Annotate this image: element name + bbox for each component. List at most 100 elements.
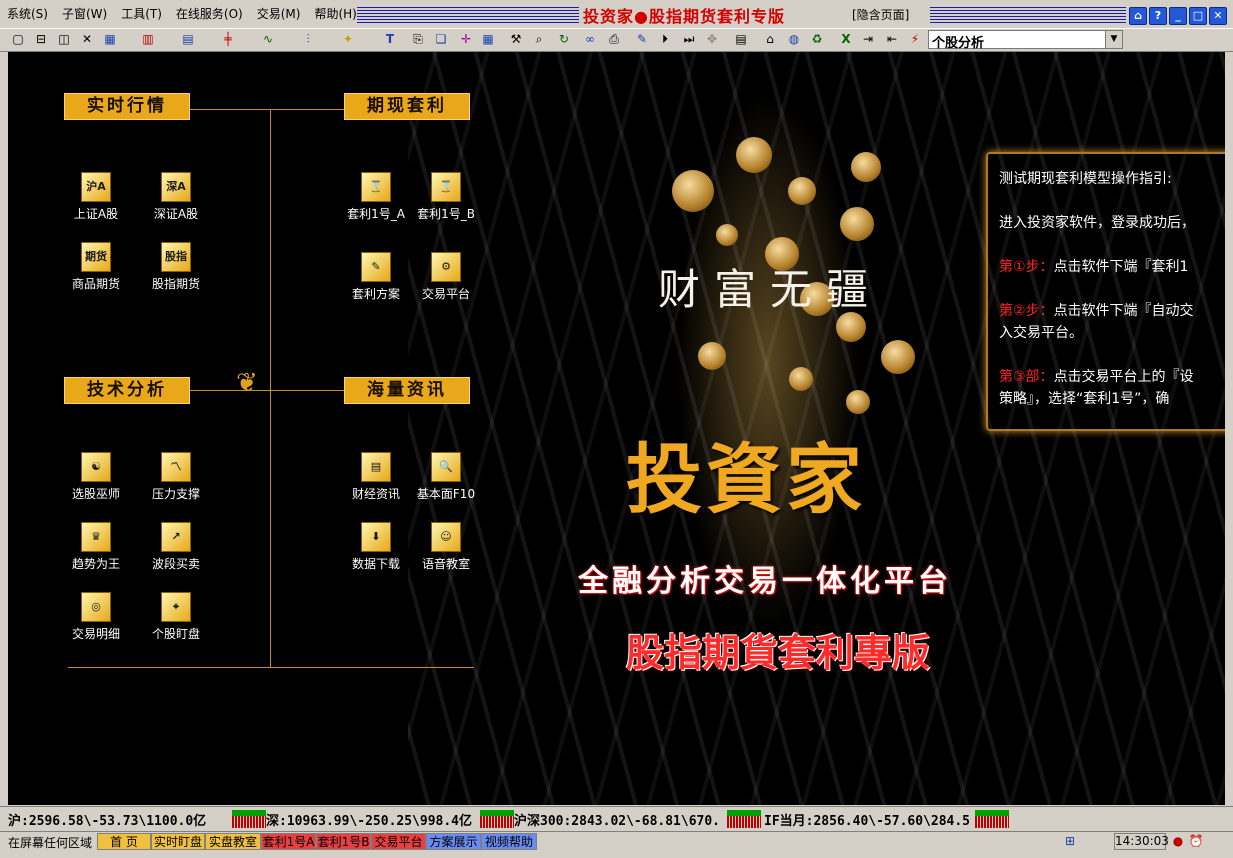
icon-fundamentals-f10[interactable]: 🔍 基本面F10 (396, 452, 496, 502)
guide-title: 测试期现套利模型操作指引: (999, 171, 1172, 187)
coin-image (788, 177, 816, 205)
icon-swing-trade[interactable]: ↗ 波段买卖 (126, 522, 226, 572)
coin-image (851, 152, 881, 182)
ticker-bars (975, 810, 1009, 828)
coin-image (846, 390, 870, 414)
line-icon[interactable]: ∿ (260, 31, 276, 47)
pencil-icon: ✎ (361, 252, 391, 282)
step-text: 点击软件下端『套利1 (1053, 259, 1189, 275)
ticker-shanghai[interactable]: 沪:2596.58\-53.73\1100.0亿 (8, 810, 206, 829)
grid-icon[interactable]: ▦ (102, 31, 118, 47)
volume-icon[interactable]: ⫶ (300, 31, 316, 47)
move-icon[interactable]: ✥ (704, 31, 720, 47)
help-icon[interactable]: ? (1149, 7, 1167, 25)
icon-label: 个股盯盘 (151, 627, 200, 641)
glasses-icon[interactable]: ∞ (582, 31, 598, 47)
split-icon[interactable]: ◫ (56, 31, 72, 47)
search-icon[interactable]: ⌕ (531, 31, 547, 47)
icon-sz-a-shares[interactable]: 深A 深证A股 (126, 172, 226, 222)
menu-window[interactable]: 子窗(W) (55, 0, 114, 28)
hourglass-icon: ⌛ (431, 172, 461, 202)
tab-realtime-watch[interactable]: 实时盯盘 (151, 833, 205, 850)
ticker-shenzhen[interactable]: 深:10963.99\-250.25\998.4亿 (266, 810, 472, 829)
ticker-if[interactable]: IF当月:2856.40\-57.60\284.5 (764, 810, 970, 829)
refresh-icon[interactable]: ↻ (556, 31, 572, 47)
step-text: 点击交易平台上的『设 (1053, 369, 1194, 385)
next-icon[interactable]: ⏭ (681, 31, 697, 47)
person-icon: ☺ (431, 522, 461, 552)
menu-online[interactable]: 在线服务(O) (169, 0, 250, 28)
table-icon[interactable]: ▤ (180, 31, 196, 47)
divider-top (190, 109, 344, 110)
network-icon[interactable]: ⊞ (1062, 833, 1078, 849)
coin-image (736, 137, 772, 173)
kline-icon[interactable]: ╪ (220, 31, 236, 47)
divider-vertical (270, 110, 271, 668)
text-icon[interactable]: T (382, 31, 398, 47)
indicator-icon[interactable]: ✦ (340, 31, 356, 47)
close-x-icon[interactable]: ✕ (79, 31, 95, 47)
menu-tools[interactable]: 工具(T) (114, 0, 169, 28)
select-value: 个股分析 (932, 36, 985, 51)
tab-arbitrage-1a[interactable]: 套利1号A (261, 833, 316, 850)
icon-voice-classroom[interactable]: ☺ 语音教室 (396, 522, 496, 572)
vertical-scrollbar[interactable] (1225, 52, 1233, 805)
record-icon[interactable]: ● (1170, 833, 1186, 849)
icon-stock-watch[interactable]: ⌖ 个股盯盘 (126, 592, 226, 642)
step-label: 第②步： (999, 303, 1054, 319)
excel-icon[interactable]: X (838, 31, 854, 47)
bar-chart-icon[interactable]: ▥ (140, 31, 156, 47)
layers-icon[interactable]: ❏ (433, 31, 449, 47)
pen-icon[interactable]: ✎ (634, 31, 650, 47)
tab-video-help[interactable]: 视频帮助 (481, 833, 537, 850)
close-icon[interactable]: ✕ (1209, 7, 1227, 25)
guide-step2: 第②步：点击软件下端『自动交 (999, 300, 1194, 320)
divider-middle (190, 390, 344, 391)
binoculars-icon: ⌖ (161, 592, 191, 622)
new-icon[interactable]: ▢ (10, 31, 26, 47)
hide-page-link[interactable]: [隐含页面] (852, 6, 909, 23)
list-icon[interactable]: ▤ (733, 31, 749, 47)
coin-image (698, 342, 726, 370)
icon-pressure-support[interactable]: 〽 压力支撑 (126, 452, 226, 502)
stock-analysis-select[interactable]: 个股分析 ▼ (928, 30, 1123, 51)
tool-icon[interactable]: ⚒ (508, 31, 524, 47)
chevron-down-icon[interactable]: ▼ (1105, 31, 1122, 48)
tab-plan-display[interactable]: 方案展示 (426, 833, 481, 850)
play-icon[interactable]: ⏵ (657, 31, 673, 47)
window-buttons: ⌂ ? _ □ ✕ (1129, 7, 1227, 25)
minimize-icon[interactable]: _ (1169, 7, 1187, 25)
tab-arbitrage-1b[interactable]: 套利1号B (316, 833, 371, 850)
maximize-icon[interactable]: □ (1189, 7, 1207, 25)
ticker-hs300[interactable]: 沪深300:2843.02\-68.81\670. (514, 810, 720, 829)
tab-live-classroom[interactable]: 实盘教室 (205, 833, 261, 850)
recycle-icon[interactable]: ♻ (809, 31, 825, 47)
globe-icon[interactable]: ◍ (786, 31, 802, 47)
guide-intro: 进入投资家软件，登录成功后， (999, 215, 1195, 231)
icon-index-futures[interactable]: 股指 股指期货 (126, 242, 226, 292)
grid2-icon[interactable]: ▦ (480, 31, 496, 47)
arrow-up-icon: ↗ (161, 522, 191, 552)
menu-help[interactable]: 帮助(H) (307, 0, 363, 28)
print-icon[interactable]: ⎙ (606, 31, 622, 47)
section-realtime: 实时行情 (64, 93, 190, 120)
window-icon[interactable]: ⊟ (33, 31, 49, 47)
menu-system[interactable]: 系统(S) (0, 0, 55, 28)
cross-icon[interactable]: ✛ (458, 31, 474, 47)
tab-trading-platform[interactable]: 交易平台 (371, 833, 426, 850)
export-icon[interactable]: ⇥ (860, 31, 876, 47)
tab-home[interactable]: 首 页 (97, 833, 151, 850)
alarm-icon[interactable]: ⏰ (1188, 833, 1204, 849)
import-icon[interactable]: ⇤ (884, 31, 900, 47)
home-icon[interactable]: ⌂ (1129, 7, 1147, 25)
icon-trading-platform[interactable]: ⚙ 交易平台 (396, 252, 496, 302)
banner-slogan: 财富无疆 (658, 265, 883, 314)
menu-trade[interactable]: 交易(M) (250, 0, 308, 28)
target-icon: ◎ (81, 592, 111, 622)
home-icon[interactable]: ⌂ (762, 31, 778, 47)
main-panel: 实时行情 期现套利 技术分析 海量资讯 ❦ 沪A 上证A股 深A 深证A股 期货… (8, 52, 1225, 805)
icon-arbitrage-1b[interactable]: ⌛ 套利1号_B (396, 172, 496, 222)
flash-icon[interactable]: ⚡ (907, 31, 923, 47)
copy-icon[interactable]: ⎘ (410, 31, 426, 47)
brand-logo-text: 投資家 (626, 435, 866, 524)
